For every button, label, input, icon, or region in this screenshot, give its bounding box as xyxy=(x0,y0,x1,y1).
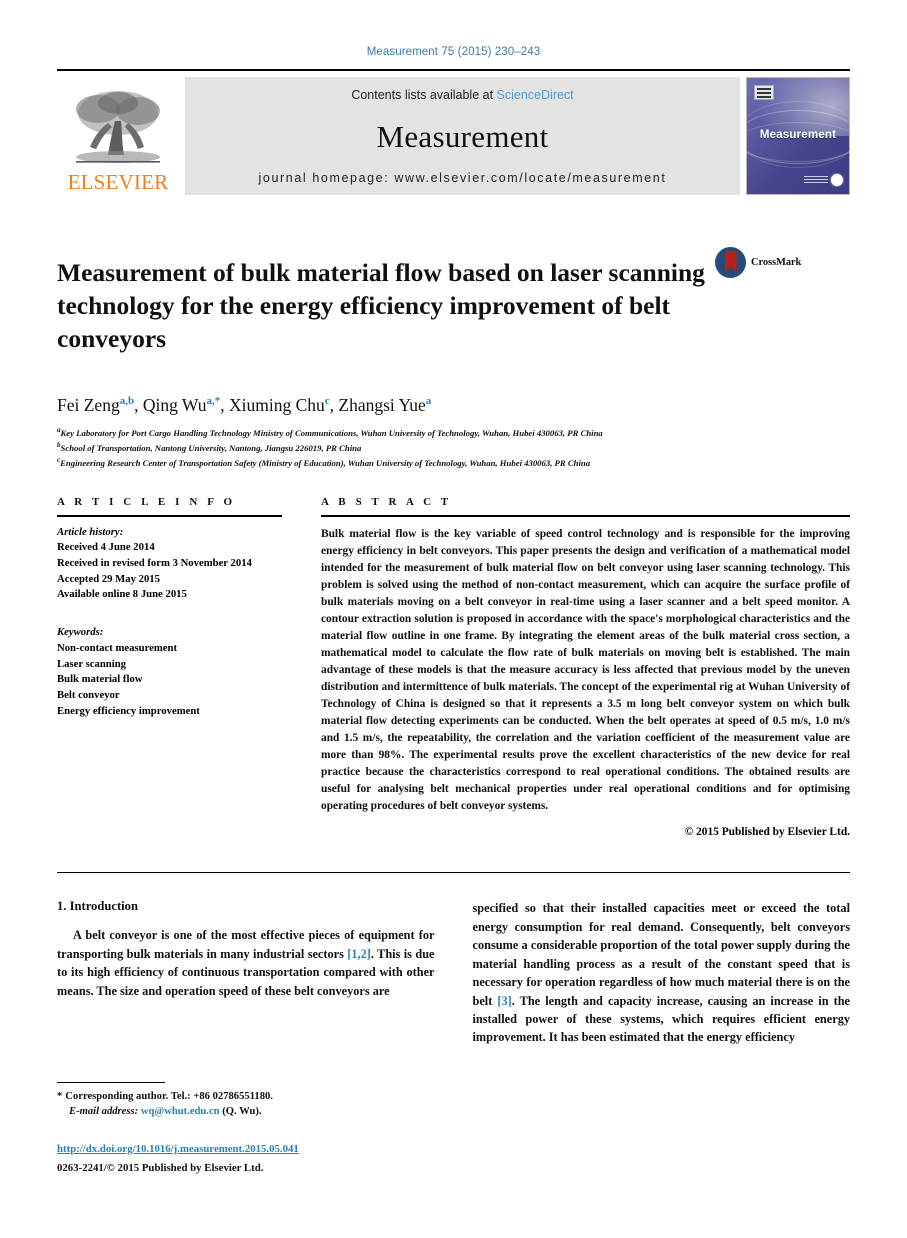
author-name: Zhangsi Yue xyxy=(338,394,426,415)
corresponding-author-marker: * xyxy=(57,1091,63,1102)
email-link[interactable]: wq@whut.edu.cn xyxy=(141,1106,220,1117)
cover-badge-icon xyxy=(754,85,774,100)
info-abstract-row: A R T I C L E I N F O Article history: R… xyxy=(57,495,850,839)
running-head: Measurement 75 (2015) 230–243 xyxy=(366,46,541,58)
contents-prefix: Contents lists available at xyxy=(351,88,494,102)
article-page: Measurement 75 (2015) 230–243 ELSEVIER C… xyxy=(0,0,907,1238)
author-sup: a,b xyxy=(119,394,135,407)
intro-paragraph-right: specified so that their installed capaci… xyxy=(473,899,851,1047)
elsevier-logo: ELSEVIER xyxy=(57,77,179,195)
section-heading-introduction: 1. Introduction xyxy=(57,899,138,914)
intro-paragraph-left: A belt conveyor is one of the most effec… xyxy=(57,926,435,1000)
history-item: Received in revised form 3 November 2014 xyxy=(57,556,252,569)
corresponding-author-text: Corresponding author. Tel.: +86 02786551… xyxy=(65,1091,273,1102)
body-columns: 1. Introduction A belt conveyor is one o… xyxy=(57,872,850,1047)
footnote-block: * Corresponding author. Tel.: +86 0278655… xyxy=(57,1082,447,1120)
keyword-item: Belt conveyor xyxy=(57,689,120,701)
author-name: Qing Wu xyxy=(142,394,207,415)
journal-title: Measurement xyxy=(376,118,549,154)
keywords-block: Keywords: Non-contact measurement Laser … xyxy=(57,625,282,719)
keywords-label: Keywords: xyxy=(57,626,104,639)
affiliation-item: bSchool of Transportation, Nantong Unive… xyxy=(57,440,850,455)
author-sup: a,* xyxy=(206,394,221,407)
author-name: Xiuming Chu xyxy=(228,394,325,415)
crossmark-icon xyxy=(715,247,746,278)
journal-banner: Contents lists available at ScienceDirec… xyxy=(185,77,740,195)
affiliation-text: School of Transportation, Nantong Univer… xyxy=(60,442,362,453)
article-info-heading: A R T I C L E I N F O xyxy=(57,495,236,508)
article-history-label: Article history: xyxy=(57,525,124,538)
doi-link[interactable]: http://dx.doi.org/10.1016/j.measurement.… xyxy=(57,1142,477,1158)
sciencedirect-link[interactable]: ScienceDirect xyxy=(497,88,574,102)
affiliation-text: Engineering Research Center of Transport… xyxy=(60,457,591,468)
journal-homepage[interactable]: journal homepage: www.elsevier.com/locat… xyxy=(259,171,667,185)
abstract-column: A B S T R A C T Bulk material flow is th… xyxy=(300,495,850,839)
journal-cover-thumbnail[interactable]: Measurement xyxy=(746,77,850,195)
cover-footer-lines xyxy=(804,175,828,185)
history-item: Received 4 June 2014 xyxy=(57,541,155,554)
title-block: Measurement of bulk material flow based … xyxy=(57,239,850,373)
elsevier-wordmark: ELSEVIER xyxy=(67,170,169,194)
affiliation-list: aKey Laboratory for Port Cargo Handling … xyxy=(57,425,850,470)
article-info-column: A R T I C L E I N F O Article history: R… xyxy=(57,496,300,839)
article-history: Article history: Received 4 June 2014 Re… xyxy=(57,517,282,604)
history-item: Available online 8 June 2015 xyxy=(57,588,187,601)
body-column-left: 1. Introduction A belt conveyor is one o… xyxy=(57,899,454,1047)
author-name: Fei Zeng xyxy=(57,394,120,415)
elsevier-tree-icon xyxy=(76,91,160,163)
cover-seal-icon xyxy=(830,173,844,187)
page-title: Measurement of bulk material flow based … xyxy=(57,258,705,354)
history-item: Accepted 29 May 2015 xyxy=(57,572,160,585)
journal-masthead: ELSEVIER Contents lists available at Sci… xyxy=(57,69,850,195)
abstract-heading: A B S T R A C T xyxy=(321,495,452,508)
crossmark-ribbon-icon xyxy=(724,251,737,273)
contents-line: Contents lists available at ScienceDirec… xyxy=(351,88,573,102)
author-sep: , xyxy=(220,394,229,415)
cover-title: Measurement xyxy=(759,129,837,142)
keyword-item: Bulk material flow xyxy=(57,673,143,686)
doi-block: http://dx.doi.org/10.1016/j.measurement.… xyxy=(57,1142,477,1176)
affiliation-text: Key Laboratory for Port Cargo Handling T… xyxy=(60,427,603,438)
issn-copyright: 0263-2241/© 2015 Published by Elsevier L… xyxy=(57,1161,264,1174)
email-owner: (Q. Wu). xyxy=(222,1106,262,1118)
keyword-item: Energy efficiency improvement xyxy=(57,704,200,717)
abstract-text: Bulk material flow is the key variable o… xyxy=(321,527,850,813)
citation-link[interactable]: [1,2] xyxy=(347,947,371,961)
email-note: E-mail address: wq@whut.edu.cn (Q. Wu). xyxy=(57,1104,447,1119)
author-sup: a xyxy=(425,394,432,407)
intro-right-text-2: . The length and capacity increase, caus… xyxy=(472,993,851,1045)
affiliation-item: aKey Laboratory for Port Cargo Handling … xyxy=(57,425,850,440)
footnote-rule xyxy=(57,1082,165,1083)
email-label: E-mail address: xyxy=(69,1106,139,1118)
cover-footer-mark xyxy=(804,171,844,189)
keyword-item: Non-contact measurement xyxy=(57,641,178,654)
crossmark-label: CrossMark xyxy=(751,257,802,268)
abstract-copyright: © 2015 Published by Elsevier Ltd. xyxy=(684,826,850,839)
intro-right-text-1: specified so that their installed capaci… xyxy=(472,901,851,1008)
body-column-right: specified so that their installed capaci… xyxy=(454,899,851,1047)
keyword-item: Laser scanning xyxy=(57,657,126,670)
cover-wave-inner xyxy=(747,122,849,162)
author-sep: , xyxy=(134,394,143,415)
citation-link[interactable]: [3] xyxy=(497,994,511,1008)
crossmark-badge[interactable]: CrossMark xyxy=(715,247,801,278)
affiliation-item: cEngineering Research Center of Transpor… xyxy=(57,455,850,470)
author-list: Fei Zenga,b, Qing Wua,*, Xiuming Chuc, Z… xyxy=(57,395,850,416)
corresponding-author-note: * Corresponding author. Tel.: +86 0278655… xyxy=(57,1089,447,1104)
